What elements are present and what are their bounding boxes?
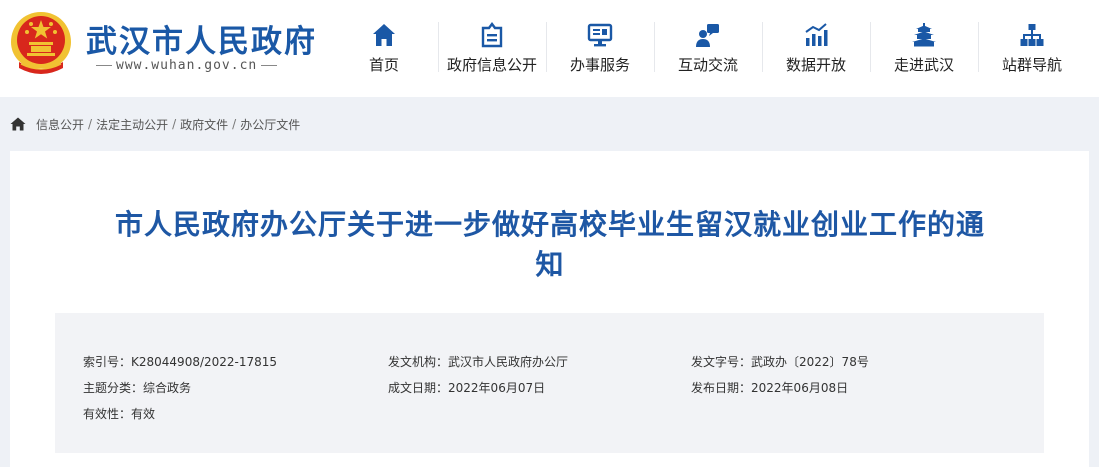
nav-label: 互动交流 (677, 56, 738, 74)
breadcrumb-item-info-disclosure[interactable]: 信息公开 (36, 116, 84, 133)
meta-value: K28044908/2022-17815 (131, 355, 278, 369)
chat-person-icon (696, 24, 719, 47)
meta-value: 有效 (131, 407, 156, 421)
main-nav: 首页 政府信息公开 办事服务 互动交流 数据开放 走进武汉 站群导航 (330, 18, 1086, 78)
sitemap-icon (1020, 24, 1044, 46)
meta-value: 武汉市人民政府办公厅 (448, 355, 569, 369)
meta-label: 成文日期： (388, 381, 449, 395)
meta-value: 2022年06月08日 (751, 381, 849, 395)
meta-issuing-agency: 发文机构：武汉市人民政府办公厅 (388, 353, 568, 370)
document-title: 市人民政府办公厅关于进一步做好高校毕业生留汉就业创业工作的通知 (114, 208, 985, 281)
nav-item-site-map[interactable]: 站群导航 (978, 18, 1086, 78)
info-disclosure-icon (481, 22, 503, 48)
nav-label: 首页 (368, 56, 399, 74)
meta-label: 有效性： (83, 407, 132, 421)
meta-topic-category: 主题分类：综合政务 (83, 379, 191, 396)
meta-index-number: 索引号：K28044908/2022-17815 (83, 353, 277, 370)
meta-label: 发文机构： (388, 355, 449, 369)
meta-value: 综合政务 (143, 381, 192, 395)
meta-label: 发布日期： (691, 381, 752, 395)
breadcrumb-item-government-documents[interactable]: 政府文件 (180, 116, 228, 133)
breadcrumb-separator: / (88, 117, 93, 131)
site-url-text: www.wuhan.gov.cn (116, 58, 258, 73)
breadcrumb: 信息公开 / 法定主动公开 / 政府文件 / 办公厅文件 (10, 114, 300, 134)
nav-item-open-data[interactable]: 数据开放 (762, 18, 870, 78)
service-monitor-icon (587, 23, 613, 47)
nav-label: 站群导航 (1001, 56, 1062, 74)
breadcrumb-separator: / (172, 117, 177, 131)
national-emblem-icon[interactable] (9, 10, 73, 80)
url-dash-left (96, 65, 112, 66)
document-meta-panel: 索引号：K28044908/2022-17815 发文机构：武汉市人民政府办公厅… (55, 313, 1044, 453)
meta-value: 2022年06月07日 (448, 381, 546, 395)
meta-validity: 有效性：有效 (83, 405, 155, 422)
nav-label: 数据开放 (785, 56, 846, 74)
nav-label: 办事服务 (569, 56, 630, 74)
meta-label: 主题分类： (83, 381, 144, 395)
nav-item-info-disclosure[interactable]: 政府信息公开 (438, 18, 546, 78)
document-card: 市人民政府办公厅关于进一步做好高校毕业生留汉就业创业工作的通知 索引号：K280… (10, 151, 1089, 467)
site-title[interactable]: 武汉市人民政府 (86, 16, 317, 61)
home-icon[interactable] (10, 117, 26, 131)
home-icon (373, 24, 395, 46)
meta-value: 武政办〔2022〕78号 (751, 355, 869, 369)
meta-document-number: 发文字号：武政办〔2022〕78号 (691, 353, 869, 370)
pavilion-icon (912, 23, 936, 47)
data-chart-icon (805, 23, 828, 46)
meta-publish-date: 发布日期：2022年06月08日 (691, 379, 848, 396)
site-url: www.wuhan.gov.cn (92, 58, 281, 73)
meta-written-date: 成文日期：2022年06月07日 (388, 379, 545, 396)
meta-label: 索引号： (83, 355, 132, 369)
nav-item-services[interactable]: 办事服务 (546, 18, 654, 78)
nav-item-home[interactable]: 首页 (330, 18, 438, 78)
nav-label: 政府信息公开 (446, 56, 537, 74)
nav-item-about-wuhan[interactable]: 走进武汉 (870, 18, 978, 78)
site-header: 武汉市人民政府 www.wuhan.gov.cn 首页 政府信息公开 办事服务 … (0, 0, 1099, 97)
nav-item-interaction[interactable]: 互动交流 (654, 18, 762, 78)
nav-label: 走进武汉 (893, 56, 954, 74)
meta-label: 发文字号： (691, 355, 752, 369)
url-dash-right (261, 65, 278, 66)
breadcrumb-item-statutory-disclosure[interactable]: 法定主动公开 (96, 116, 168, 133)
breadcrumb-item-office-documents[interactable]: 办公厅文件 (240, 116, 300, 133)
breadcrumb-separator: / (232, 117, 237, 131)
